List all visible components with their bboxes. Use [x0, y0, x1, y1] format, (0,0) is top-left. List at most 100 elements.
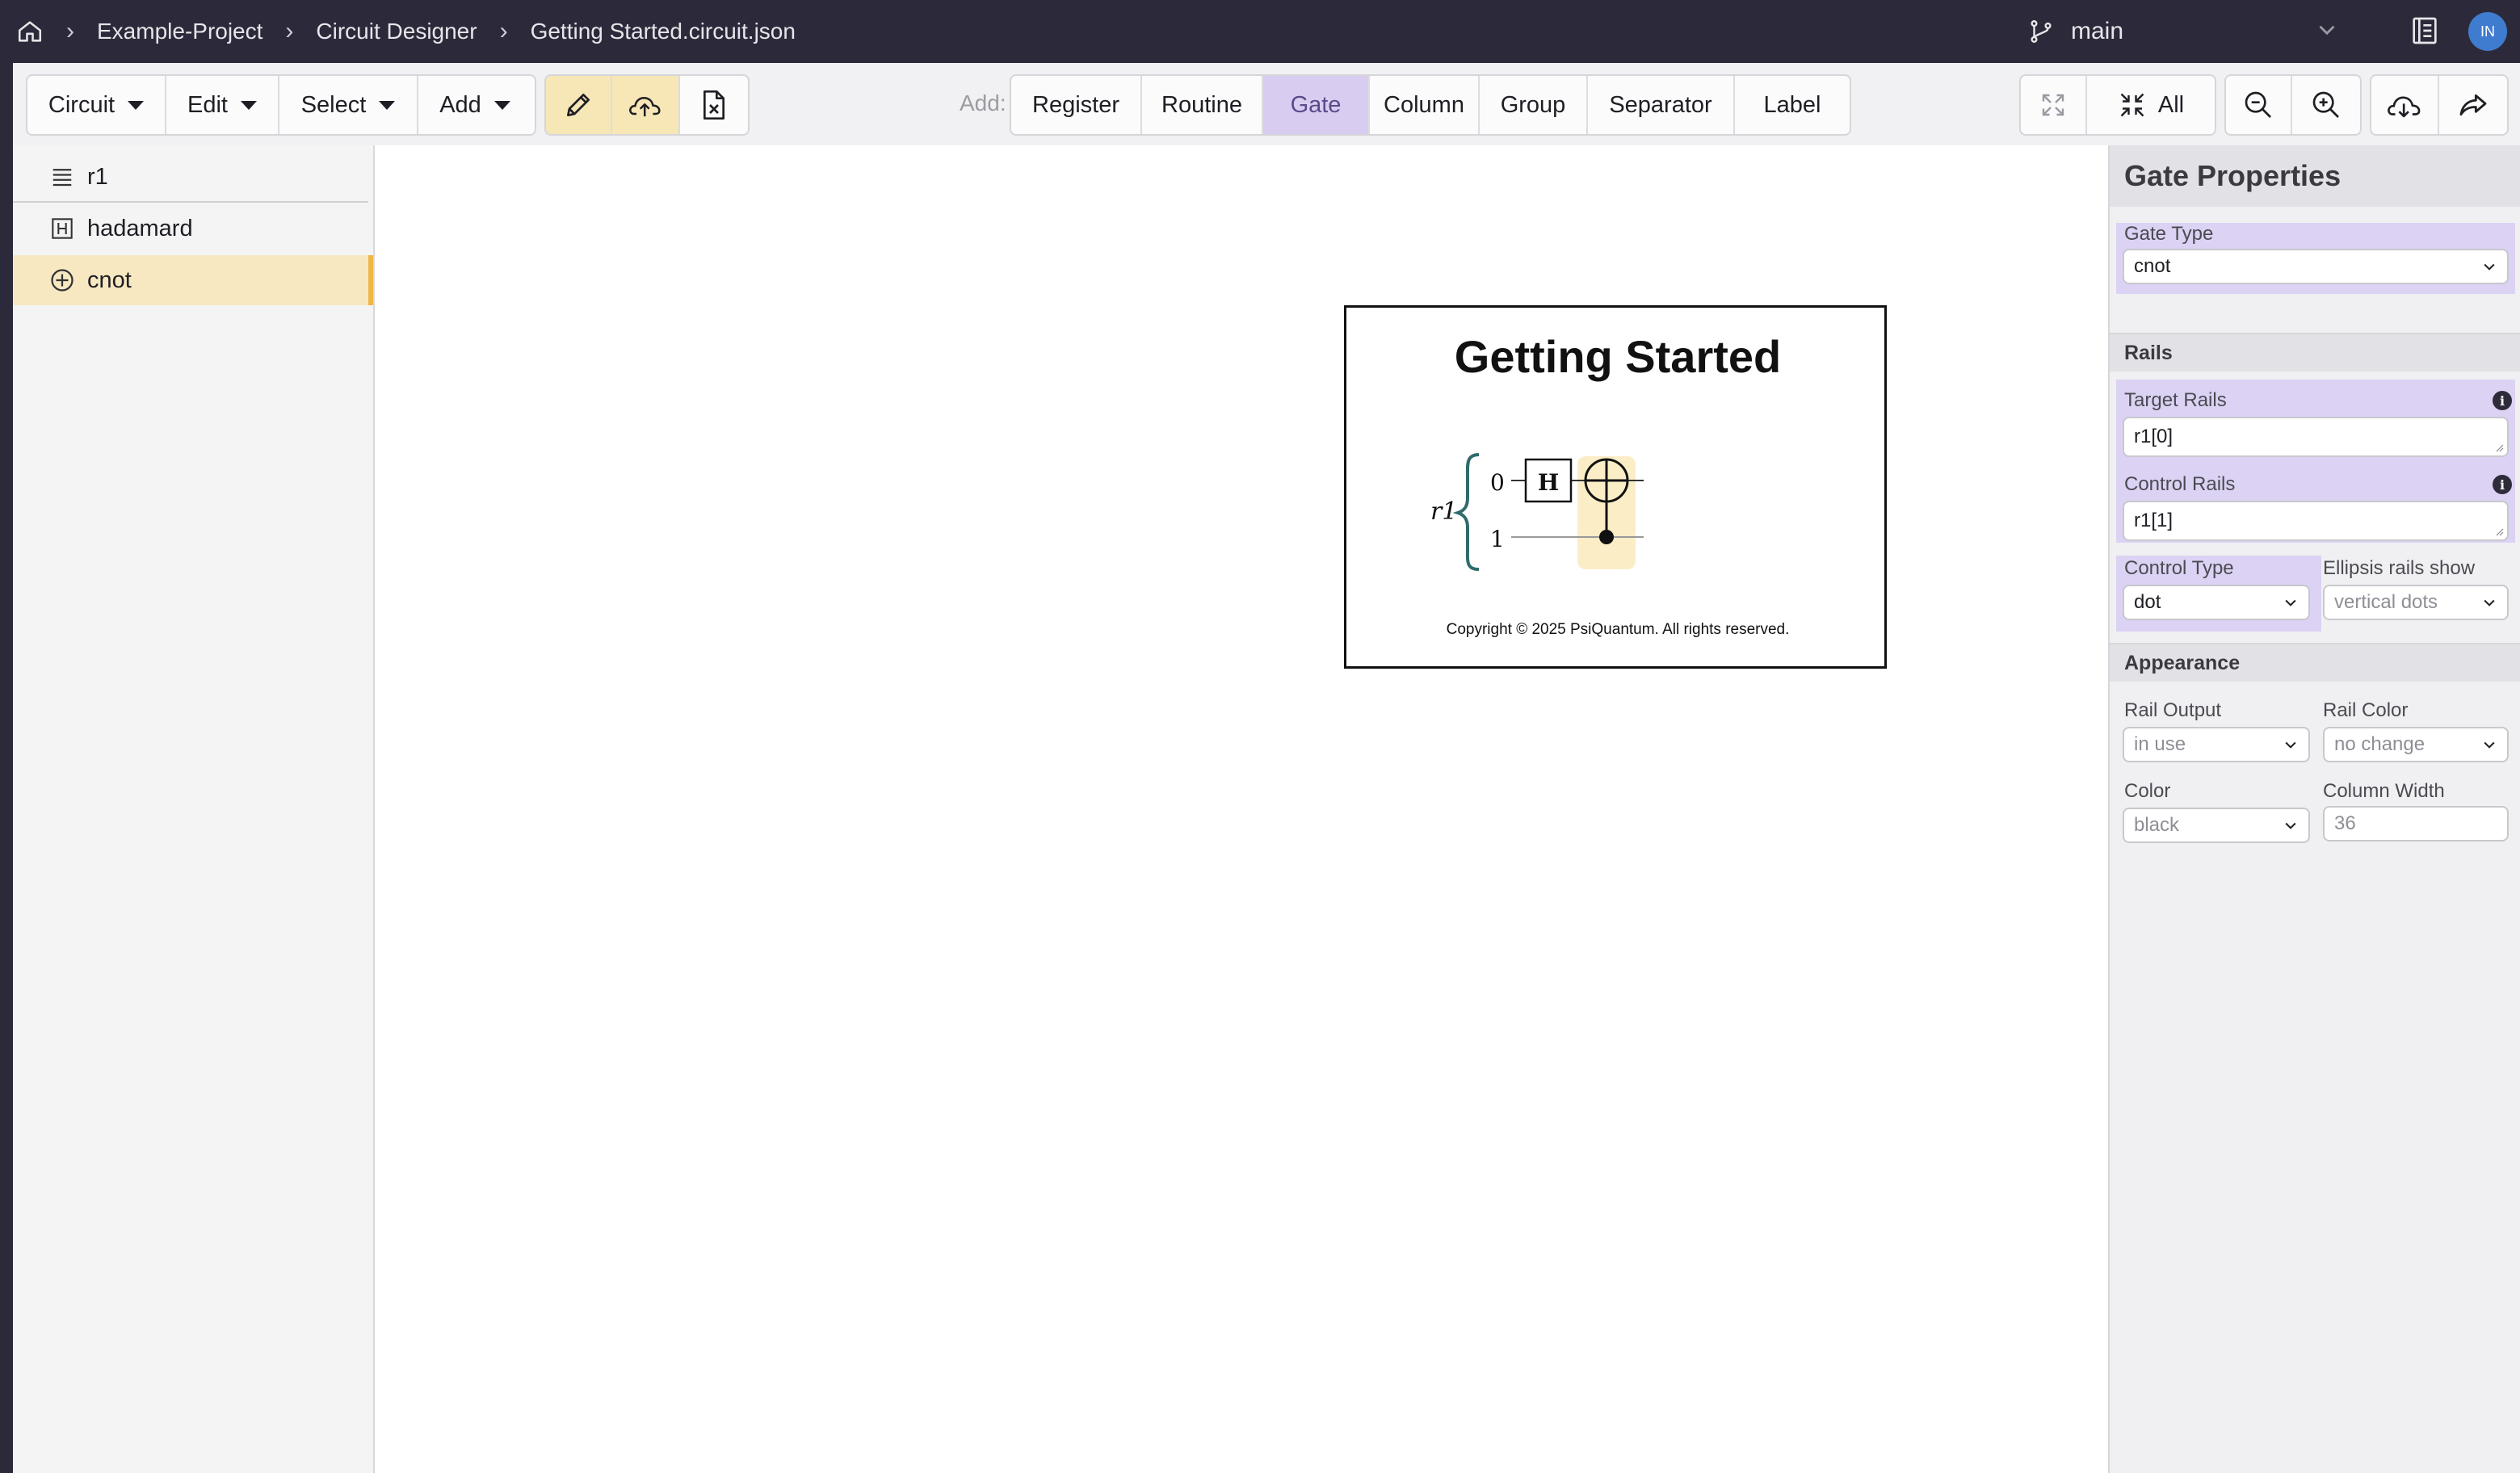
chevron-down-icon — [2285, 599, 2296, 606]
control-type-value: dot — [2134, 591, 2161, 613]
sidebar-item-r1[interactable]: r1 — [13, 152, 373, 202]
sidebar-item-cnot[interactable]: cnot — [13, 255, 373, 305]
chevron-down-icon — [2484, 599, 2495, 606]
branch-icon — [2027, 18, 2055, 45]
gate-type-label: Gate Type — [2124, 223, 2214, 245]
color-label: Color — [2124, 780, 2171, 802]
share-button[interactable] — [2439, 76, 2507, 134]
resize-handle-icon[interactable] — [2494, 527, 2504, 536]
target-rails-label: Target Rails — [2124, 389, 2227, 411]
register-brace — [1452, 453, 1480, 571]
add-gate-button[interactable]: Gate — [1263, 76, 1370, 134]
home-icon[interactable] — [16, 18, 44, 45]
cloud-download-icon — [2388, 96, 2421, 118]
column-width-placeholder: 36 — [2334, 812, 2356, 834]
collapse-icon — [2120, 93, 2144, 117]
add-label-button[interactable]: Label — [1735, 76, 1850, 134]
color-select[interactable]: black — [2123, 808, 2310, 843]
hadamard-gate-label: H — [1538, 469, 1559, 496]
zoom-in-button[interactable] — [2292, 76, 2360, 134]
control-type-select[interactable]: dot — [2123, 585, 2310, 620]
sidebar-item-label: cnot — [87, 266, 132, 293]
target-rails-input[interactable]: r1[0] — [2123, 417, 2509, 457]
rail-color-label: Rail Color — [2323, 699, 2409, 721]
close-file-button[interactable] — [680, 76, 748, 134]
ellipsis-rails-select[interactable]: vertical dots — [2323, 585, 2509, 620]
qubit-index-0: 0 — [1490, 469, 1505, 496]
column-width-input[interactable]: 36 — [2323, 806, 2509, 841]
sidebar-item-hadamard[interactable]: hadamard — [13, 204, 373, 254]
control-rails-value: r1[1] — [2134, 510, 2174, 531]
download-button[interactable] — [2371, 76, 2439, 134]
document-actions — [544, 74, 750, 136]
h-box-icon — [50, 216, 74, 241]
divider — [13, 201, 368, 203]
chevron-down-icon — [2484, 263, 2495, 271]
chevron-down-icon — [2285, 741, 2296, 749]
outline-sidebar: r1 hadamard cnot — [13, 145, 375, 1473]
control-type-label: Control Type — [2124, 557, 2234, 579]
pencil-icon — [566, 93, 590, 117]
upload-button[interactable] — [612, 76, 680, 134]
rail-color-value: no change — [2334, 733, 2426, 755]
chevron-right-icon: › — [66, 18, 74, 44]
expand-button[interactable] — [2021, 76, 2087, 134]
cnot-control-dot[interactable] — [1599, 530, 1614, 544]
caret-down-icon — [494, 100, 510, 110]
chevron-down-icon — [2285, 822, 2296, 829]
zoom-out-button[interactable] — [2226, 76, 2292, 134]
branch-name: main — [2071, 18, 2124, 44]
info-icon[interactable]: i — [2493, 475, 2512, 494]
docs-icon[interactable] — [2409, 15, 2441, 51]
breadcrumb: › Example-Project › Circuit Designer › G… — [16, 18, 796, 45]
select-menu-label: Select — [300, 91, 367, 118]
register-icon — [50, 165, 74, 189]
circuit-menu-label: Circuit — [48, 91, 116, 118]
select-menu-button[interactable]: Select — [279, 76, 418, 134]
color-value: black — [2134, 814, 2180, 836]
zoom-out-icon — [2245, 91, 2271, 118]
file-x-icon — [704, 90, 725, 120]
qubit-index-1: 1 — [1490, 526, 1505, 552]
control-rails-input[interactable]: r1[1] — [2123, 501, 2509, 541]
ellipsis-rails-value: vertical dots — [2334, 591, 2438, 613]
sidebar-item-label: hadamard — [87, 215, 193, 241]
view-fit-group: All — [2019, 74, 2216, 136]
add-menu-button[interactable]: Add — [418, 76, 531, 134]
sidebar-item-label: r1 — [87, 163, 108, 190]
circuit-menu-button[interactable]: Circuit — [27, 76, 166, 134]
add-register-button[interactable]: Register — [1011, 76, 1142, 134]
info-icon[interactable]: i — [2493, 391, 2512, 410]
add-label: Add: — [960, 90, 1006, 115]
circuit-document: Getting Started r1 0 1 H Copyright © 202… — [1344, 305, 1887, 669]
resize-handle-icon[interactable] — [2494, 443, 2504, 452]
chevron-right-icon: › — [285, 18, 294, 44]
add-column-button[interactable]: Column — [1370, 76, 1480, 134]
edit-menu-label: Edit — [187, 91, 228, 118]
export-group — [2370, 74, 2509, 136]
breadcrumb-project[interactable]: Example-Project — [97, 19, 262, 44]
chevron-right-icon: › — [499, 18, 508, 44]
circuit-canvas[interactable]: Getting Started r1 0 1 H Copyright © 202… — [375, 145, 2108, 1473]
add-routine-button[interactable]: Routine — [1142, 76, 1263, 134]
breadcrumb-app[interactable]: Circuit Designer — [316, 19, 477, 44]
ellipsis-rails-label: Ellipsis rails show — [2323, 557, 2476, 579]
caret-down-icon — [379, 100, 396, 110]
share-icon — [2459, 94, 2487, 116]
fit-all-button[interactable]: All — [2087, 76, 2215, 134]
menu-group: Circuit Edit Select Add — [26, 74, 536, 136]
rail-color-select[interactable]: no change — [2323, 727, 2509, 762]
rail-output-select[interactable]: in use — [2123, 727, 2310, 762]
add-group-button[interactable]: Group — [1480, 76, 1588, 134]
edit-menu-button[interactable]: Edit — [166, 76, 279, 134]
caret-down-icon — [128, 100, 145, 110]
branch-selector[interactable]: main — [2027, 0, 2335, 63]
avatar[interactable]: IN — [2468, 12, 2507, 51]
edit-mode-button[interactable] — [546, 76, 612, 134]
control-rails-label: Control Rails — [2124, 473, 2236, 495]
document-copyright: Copyright © 2025 PsiQuantum. All rights … — [1446, 621, 1790, 638]
left-edge — [0, 63, 13, 1473]
add-separator-button[interactable]: Separator — [1588, 76, 1735, 134]
rails-section-header: Rails — [2110, 333, 2520, 371]
gate-type-select[interactable]: cnot — [2123, 249, 2509, 284]
